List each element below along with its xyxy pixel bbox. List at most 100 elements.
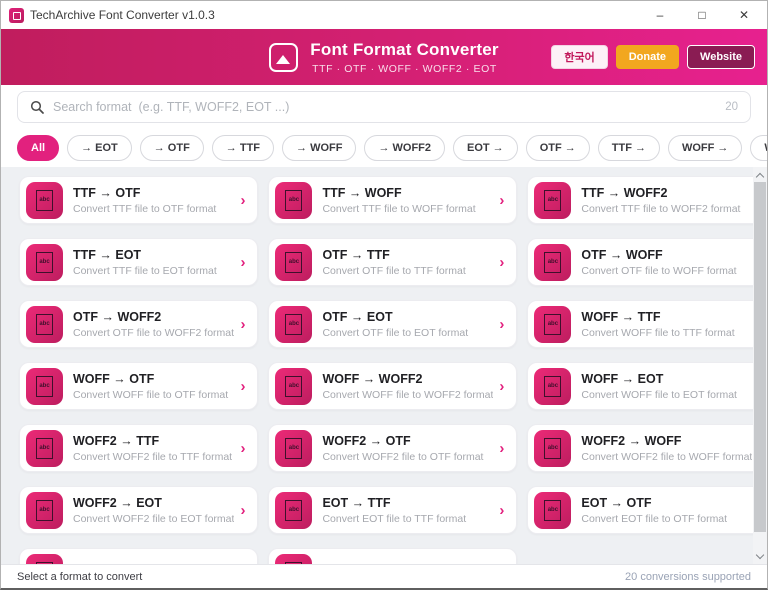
conversion-card[interactable]: abc WOFF → OTFConvert WOFF file to OTF fo… <box>19 362 258 410</box>
card-title: WOFF → WOFF2 <box>322 372 493 386</box>
conversion-card[interactable]: abc EOT → TTF Convert EOT file to TTF form… <box>268 486 517 534</box>
card-text: TTF → OTFConvert TTF file to OTF format <box>73 186 234 215</box>
card-text: TTF → WOFF2Convert TTF file to WOFF2 for… <box>581 186 752 215</box>
conversion-card[interactable]: abc TTF → WOFF2Convert TTF file to WOFF2 … <box>527 176 767 224</box>
chevron-right-icon: › <box>499 193 504 208</box>
card-title: TTF → EOT <box>73 248 234 262</box>
card-title: TTF → WOFF2 <box>581 186 752 200</box>
website-button[interactable]: Website <box>687 45 755 69</box>
window-title: TechArchive Font Converter v1.0.3 <box>30 8 215 22</box>
card-subtitle: Convert WOFF2 file to EOT format <box>73 513 234 525</box>
abc-glyph: abc <box>285 500 302 521</box>
card-subtitle: Convert WOFF file to EOT format <box>581 389 752 401</box>
status-message: Select a format to convert <box>17 571 142 583</box>
card-title: WOFF → EOT <box>581 372 752 386</box>
conversion-card-partial[interactable]: abc› <box>268 548 517 564</box>
minimize-button[interactable]: – <box>639 1 681 29</box>
card-text: WOFF → OTFConvert WOFF file to OTF forma… <box>73 372 234 401</box>
card-title: WOFF2 → OTF <box>322 434 493 448</box>
card-subtitle: Convert WOFF2 file to TTF format <box>73 451 234 463</box>
abc-glyph: abc <box>544 500 561 521</box>
scroll-up-arrow-icon[interactable] <box>753 168 767 182</box>
card-text: OTF → WOFF Convert OTF file to WOFF forma… <box>581 248 752 277</box>
chevron-right-icon: › <box>240 441 245 456</box>
card-subtitle: Convert TTF file to OTF format <box>73 203 234 215</box>
card-subtitle: Convert EOT file to TTF format <box>322 513 493 525</box>
chevron-right-icon: › <box>240 379 245 394</box>
font-file-icon: abc <box>275 492 312 529</box>
card-subtitle: Convert OTF file to WOFF2 format <box>73 327 234 339</box>
chevron-right-icon: › <box>499 255 504 270</box>
card-subtitle: Convert WOFF2 file to OTF format <box>322 451 493 463</box>
font-file-icon: abc <box>534 492 571 529</box>
conversion-card[interactable]: abcOTF → EOTConvert OTF file to EOT form… <box>268 300 517 348</box>
donate-button[interactable]: Donate <box>616 45 679 69</box>
chevron-right-icon: › <box>499 441 504 456</box>
card-subtitle: Convert OTF file to WOFF format <box>581 265 752 277</box>
conversion-card[interactable]: abcWOFF2 → WOFFConvert WOFF2 file to WOF… <box>527 424 767 472</box>
card-text: WOFF → TTFConvert WOFF file to TTF forma… <box>581 310 752 339</box>
conversion-card-partial[interactable]: abc› <box>19 548 258 564</box>
abc-glyph: abc <box>544 252 561 273</box>
card-text: TTF → EOTConvert TTF file to EOT format <box>73 248 234 277</box>
filter-chip-ttf[interactable]: → TTF <box>212 135 274 161</box>
filter-chip-woff2[interactable]: WOFF2 → <box>750 135 768 161</box>
conversion-card[interactable]: abcTTF → EOTConvert TTF file to EOT form… <box>19 238 258 286</box>
font-file-icon: abc <box>275 554 312 565</box>
card-text: OTF → EOTConvert OTF file to EOT format <box>322 310 493 339</box>
chevron-right-icon: › <box>240 503 245 518</box>
abc-glyph: abc <box>285 562 302 565</box>
card-title: EOT → TTF <box>322 496 493 510</box>
conversion-card[interactable]: abc OTF → WOFF Convert OTF file to WOFF fo… <box>527 238 767 286</box>
maximize-button[interactable]: □ <box>681 1 723 29</box>
search-input[interactable] <box>53 100 716 114</box>
filter-chip-otf[interactable]: → OTF <box>140 135 204 161</box>
font-file-icon: abc <box>26 554 63 565</box>
close-button[interactable]: ✕ <box>723 1 765 29</box>
scroll-down-arrow-icon[interactable] <box>753 549 767 563</box>
conversion-card[interactable]: abcWOFF2 → OTFConvert WOFF2 file to OTF … <box>268 424 517 472</box>
filter-chip-otf[interactable]: OTF → <box>526 135 590 161</box>
filter-chip-ttf[interactable]: TTF → <box>598 135 660 161</box>
card-title: WOFF2 → WOFF <box>581 434 752 448</box>
conversion-card[interactable]: abc TTF → OTFConvert TTF file to OTF form… <box>19 176 258 224</box>
filter-chip-woff2[interactable]: → WOFF2 <box>364 135 445 161</box>
conversion-card[interactable]: abcWOFF → WOFF2Convert WOFF file to WOFF… <box>268 362 517 410</box>
language-korean-button[interactable]: 한국어 <box>551 45 607 69</box>
abc-glyph: abc <box>36 438 53 459</box>
conversion-card[interactable]: abcWOFF → TTFConvert WOFF file to TTF fo… <box>527 300 767 348</box>
conversion-card[interactable]: abcWOFF → EOTConvert WOFF file to EOT fo… <box>527 362 767 410</box>
filter-chip-woff[interactable]: WOFF → <box>668 135 742 161</box>
conversion-card[interactable]: abcOTF → WOFF2Convert OTF file to WOFF2 … <box>19 300 258 348</box>
filter-chip-all[interactable]: All <box>17 135 59 161</box>
font-file-icon: abc <box>275 368 312 405</box>
abc-glyph: abc <box>544 190 561 211</box>
card-title: OTF → WOFF <box>581 248 752 262</box>
font-file-icon: abc <box>26 430 63 467</box>
card-text: TTF → WOFFConvert TTF file to WOFF forma… <box>322 186 493 215</box>
card-text: WOFF → EOT Convert WOFF file to EOT forma… <box>581 372 752 401</box>
font-file-icon: abc <box>26 182 63 219</box>
search-box[interactable]: 20 <box>17 91 751 123</box>
card-text: WOFF2 → WOFFConvert WOFF2 file to WOFF f… <box>581 434 752 463</box>
filter-chip-woff[interactable]: → WOFF <box>282 135 356 161</box>
app-window: TechArchive Font Converter v1.0.3 – □ ✕ … <box>0 0 768 590</box>
card-subtitle: Convert WOFF file to OTF format <box>73 389 234 401</box>
filter-chip-eot[interactable]: → EOT <box>67 135 132 161</box>
conversion-card[interactable]: abcWOFF2 → TTFConvert WOFF2 file to TTF … <box>19 424 258 472</box>
conversion-card[interactable]: abcEOT → OTFConvert EOT file to OTF form… <box>527 486 767 534</box>
header-buttons: 한국어 Donate Website <box>551 29 755 85</box>
font-file-icon: abc <box>26 306 63 343</box>
abc-glyph: abc <box>36 376 53 397</box>
chevron-right-icon: › <box>240 255 245 270</box>
conversion-card[interactable]: abcWOFF2 → EOTConvert WOFF2 file to EOT … <box>19 486 258 534</box>
conversion-card[interactable]: abcTTF → WOFFConvert TTF file to WOFF fo… <box>268 176 517 224</box>
scrollbar-thumb[interactable] <box>754 182 766 532</box>
page-subtitle: TTF · OTF · WOFF · WOFF2 · EOT <box>310 63 498 75</box>
filter-chip-eot[interactable]: EOT → <box>453 135 518 161</box>
scrollbar[interactable] <box>753 167 767 564</box>
card-title: TTF → WOFF <box>322 186 493 200</box>
font-file-icon: abc <box>26 368 63 405</box>
conversion-card[interactable]: abcOTF → TTFConvert OTF file to TTF form… <box>268 238 517 286</box>
search-icon <box>30 100 44 114</box>
